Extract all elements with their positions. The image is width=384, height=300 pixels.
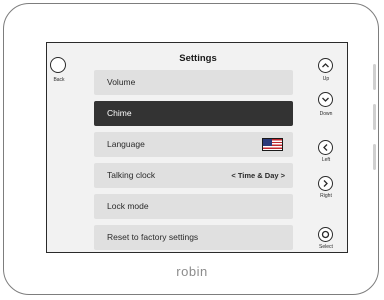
talking-clock-value: < Time & Day >	[231, 171, 285, 180]
back-label: Back	[53, 77, 65, 83]
chevron-left-icon	[323, 144, 328, 151]
side-tab	[373, 104, 376, 130]
menu-item-label: Language	[107, 139, 145, 149]
chevron-up-icon	[322, 63, 329, 68]
up-label: Up	[322, 76, 330, 82]
menu-item-label: Talking clock	[107, 170, 156, 180]
down-label: Down	[319, 111, 333, 117]
us-flag-icon	[262, 138, 283, 151]
menu-item-reset-factory[interactable]: Reset to factory settings	[94, 225, 293, 250]
back-button[interactable]	[50, 57, 66, 73]
menu-item-label: Chime	[107, 108, 132, 118]
select-button[interactable]	[318, 227, 333, 242]
left-button[interactable]	[318, 140, 333, 155]
screen-title: Settings	[179, 53, 217, 64]
menu-item-chime[interactable]: Chime	[94, 101, 293, 126]
side-tab	[373, 144, 376, 170]
device-screen: Settings Volume Chime Language Talking c…	[46, 42, 348, 253]
chevron-down-icon	[322, 97, 329, 102]
menu-item-label: Volume	[107, 77, 136, 87]
chevron-right-icon	[323, 180, 328, 187]
menu-item-label: Lock mode	[107, 201, 149, 211]
brand-logo: robin	[176, 264, 208, 279]
left-label: Left	[321, 157, 331, 163]
menu-item-volume[interactable]: Volume	[94, 70, 293, 95]
right-label: Right	[320, 193, 332, 199]
menu-item-talking-clock[interactable]: Talking clock < Time & Day >	[94, 163, 293, 188]
menu-item-label: Reset to factory settings	[107, 232, 199, 242]
menu-item-language[interactable]: Language	[94, 132, 293, 157]
select-label: Select	[319, 244, 333, 250]
menu-item-lock-mode[interactable]: Lock mode	[94, 194, 293, 219]
side-tab	[373, 64, 376, 90]
down-button[interactable]	[318, 92, 333, 107]
up-button[interactable]	[318, 58, 333, 73]
right-button[interactable]	[318, 176, 333, 191]
select-circle-icon	[321, 230, 330, 239]
